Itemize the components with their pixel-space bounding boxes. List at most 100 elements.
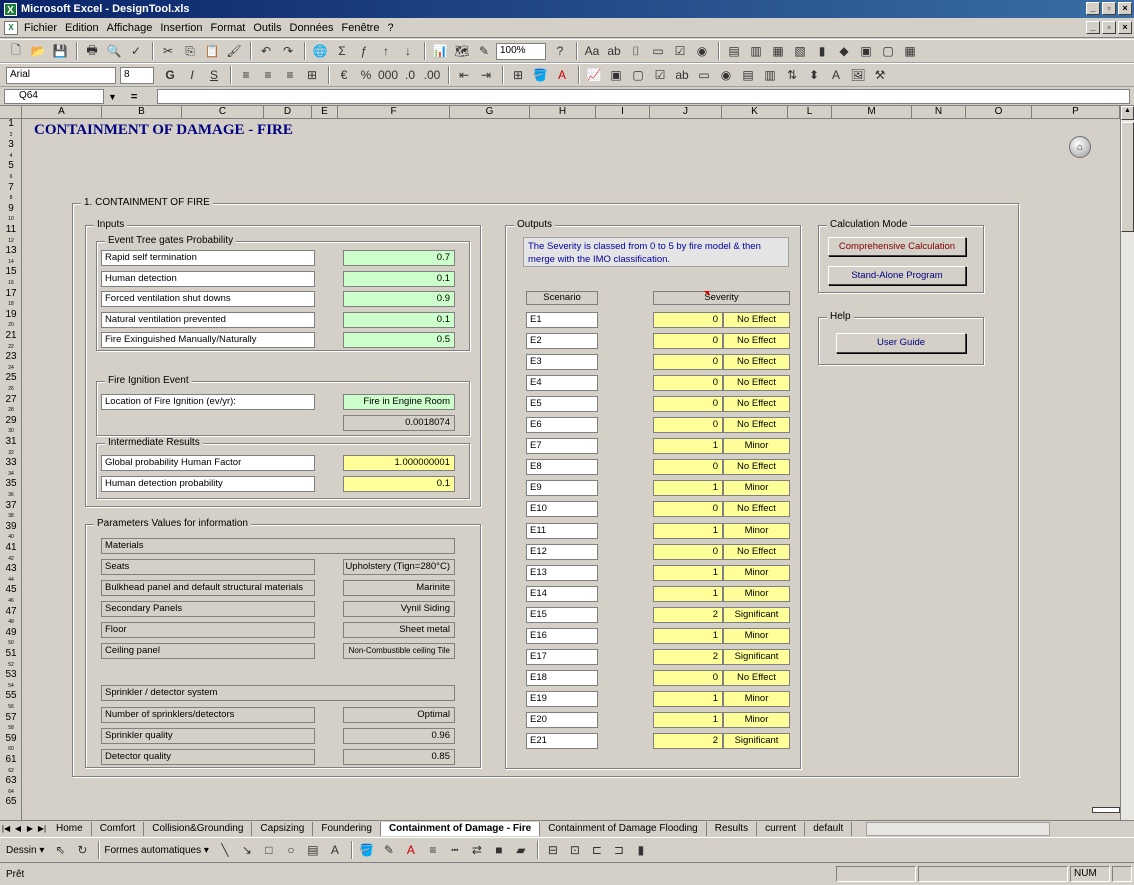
row-header[interactable]: 13 (0, 246, 21, 257)
row-header[interactable]: 25 (0, 373, 21, 384)
copy-icon[interactable]: ⎘ (180, 42, 200, 60)
chart-wizard-icon[interactable]: 📊 (430, 42, 450, 60)
row-header[interactable]: 51 (0, 648, 21, 660)
row-header[interactable]: 9 (0, 203, 21, 215)
align-icon[interactable]: ⊟ (543, 841, 563, 859)
groupbox-icon[interactable]: ⌷ (626, 42, 646, 60)
open-icon[interactable]: 📂 (28, 42, 48, 60)
scroll-control-icon[interactable]: ⇅ (782, 66, 802, 84)
merge-center-icon[interactable]: ⊞ (302, 66, 322, 84)
menu-format[interactable]: Format (211, 22, 246, 34)
dialog-icon[interactable]: ▢ (628, 66, 648, 84)
event-tree-value[interactable]: 0.9 (343, 291, 455, 307)
home-icon[interactable]: ⌂ (1069, 136, 1091, 158)
tab-comfort[interactable]: Comfort (92, 821, 145, 836)
underline-icon[interactable]: S (204, 66, 224, 84)
percent-icon[interactable]: % (356, 66, 376, 84)
col-header-k[interactable]: K (722, 106, 788, 119)
col-header-f[interactable]: F (338, 106, 450, 119)
combo-list-icon[interactable]: ▦ (768, 42, 788, 60)
row-header[interactable]: 5 (0, 161, 21, 172)
textbox-control-icon[interactable]: ab (672, 66, 692, 84)
sort-desc-icon[interactable]: ↓ (398, 42, 418, 60)
minimize-button[interactable]: _ (1086, 2, 1100, 15)
redo-icon[interactable]: ↷ (278, 42, 298, 60)
row-header[interactable]: 19 (0, 309, 21, 321)
spinner-icon[interactable]: ◆ (834, 42, 854, 60)
print-icon[interactable]: 🖶 (82, 42, 102, 60)
event-tree-value[interactable]: 0.5 (343, 332, 455, 348)
outdent-icon[interactable]: ⇤ (454, 66, 474, 84)
restore-button[interactable]: ▫ (1102, 2, 1116, 15)
event-tree-value[interactable]: 0.7 (343, 250, 455, 266)
ignition-location-value[interactable]: Fire in Engine Room (343, 394, 455, 410)
close-button[interactable]: × (1118, 2, 1132, 15)
arrow-style-icon[interactable]: ⇄ (467, 841, 487, 859)
radio-icon[interactable]: ◉ (692, 42, 712, 60)
menu-outils[interactable]: Outils (253, 22, 281, 34)
col-header-b[interactable]: B (102, 106, 182, 119)
listbox-icon[interactable]: ▤ (724, 42, 744, 60)
menu-fenetre[interactable]: Fenêtre (342, 22, 380, 34)
row-header[interactable]: 46 (0, 596, 21, 607)
align-center-icon[interactable]: ≡ (258, 66, 278, 84)
row-header[interactable]: 63 (0, 776, 21, 787)
label-control-icon[interactable]: A (826, 66, 846, 84)
row-header[interactable]: 43 (0, 564, 21, 575)
stand-alone-program-button[interactable]: Stand-Alone Program (828, 266, 966, 285)
row-header[interactable]: 35 (0, 479, 21, 490)
row-header[interactable]: 21 (0, 330, 21, 342)
bring-front-icon[interactable]: ⊏ (587, 841, 607, 859)
align-left-icon[interactable]: ≡ (236, 66, 256, 84)
indent-icon[interactable]: ⇥ (476, 66, 496, 84)
list-control-icon[interactable]: ▤ (738, 66, 758, 84)
spelling-icon[interactable]: ✓ (126, 42, 146, 60)
spin-control-icon[interactable]: ⬍ (804, 66, 824, 84)
menu-insertion[interactable]: Insertion (160, 22, 202, 34)
draw-menu[interactable]: Dessin ▾ (6, 845, 44, 856)
row-header[interactable]: 36 (0, 490, 21, 501)
paste-icon[interactable]: 📋 (202, 42, 222, 60)
row-header[interactable]: 11 (0, 224, 21, 236)
event-tree-value[interactable]: 0.1 (343, 311, 455, 328)
save-icon[interactable]: 💾 (50, 42, 70, 60)
tab-containment-flooding[interactable]: Containment of Damage Flooding (540, 821, 707, 836)
name-box[interactable]: Q64 (4, 89, 104, 104)
doc-restore-button[interactable]: ▫ (1102, 21, 1116, 34)
tab-capsizing[interactable]: Capsizing (252, 821, 314, 836)
row-header[interactable]: 37 (0, 500, 21, 512)
group-icon[interactable]: ⊡ (565, 841, 585, 859)
col-header-o[interactable]: O (966, 106, 1032, 119)
button-icon[interactable]: ▭ (648, 42, 668, 60)
row-header[interactable]: 59 (0, 733, 21, 745)
sum-icon[interactable]: Σ (332, 42, 352, 60)
tab-collision-grounding[interactable]: Collision&Grounding (144, 821, 253, 836)
tab-home[interactable]: Home (48, 821, 92, 836)
row-header[interactable]: 47 (0, 606, 21, 618)
col-header-d[interactable]: D (264, 106, 312, 119)
function-icon[interactable]: ƒ (354, 42, 374, 60)
user-guide-button[interactable]: User Guide (836, 333, 966, 353)
editbox-icon[interactable]: ab (604, 42, 624, 60)
col-header-i[interactable]: I (596, 106, 650, 119)
col-header-j[interactable]: J (650, 106, 722, 119)
scroll-thumb[interactable] (1121, 122, 1134, 232)
combo-drop-icon[interactable]: ▧ (790, 42, 810, 60)
tab-default[interactable]: default (805, 821, 853, 836)
col-header-h[interactable]: H (530, 106, 596, 119)
doc-close-button[interactable]: × (1118, 21, 1132, 34)
namebox-dropdown-icon[interactable]: ▼ (108, 92, 117, 102)
row-header[interactable]: 6 (0, 172, 21, 183)
worksheet[interactable]: CONTAINMENT OF DAMAGE - FIRE ⌂ 1. CONTAI… (22, 119, 1120, 820)
dash-style-icon[interactable]: ┅ (445, 841, 465, 859)
chart-icon[interactable]: 📈 (584, 66, 604, 84)
menu-help[interactable]: ? (387, 22, 393, 34)
borders-icon[interactable]: ⊞ (508, 66, 528, 84)
tab-foundering[interactable]: Foundering (313, 821, 381, 836)
row-header[interactable]: 15 (0, 267, 21, 278)
textbox-icon[interactable]: ▤ (303, 841, 323, 859)
menu-edition[interactable]: Edition (65, 22, 99, 34)
tab-current[interactable]: current (757, 821, 806, 836)
row-header[interactable]: 57 (0, 712, 21, 724)
select-objects-icon[interactable]: ⇖ (50, 841, 70, 859)
